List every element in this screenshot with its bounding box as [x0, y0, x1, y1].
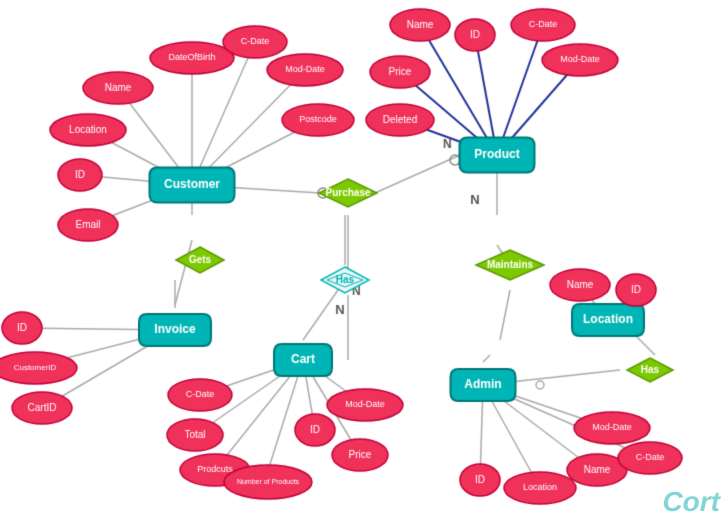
er-diagram: Cort — [0, 0, 728, 526]
watermark: Cort — [662, 486, 720, 518]
